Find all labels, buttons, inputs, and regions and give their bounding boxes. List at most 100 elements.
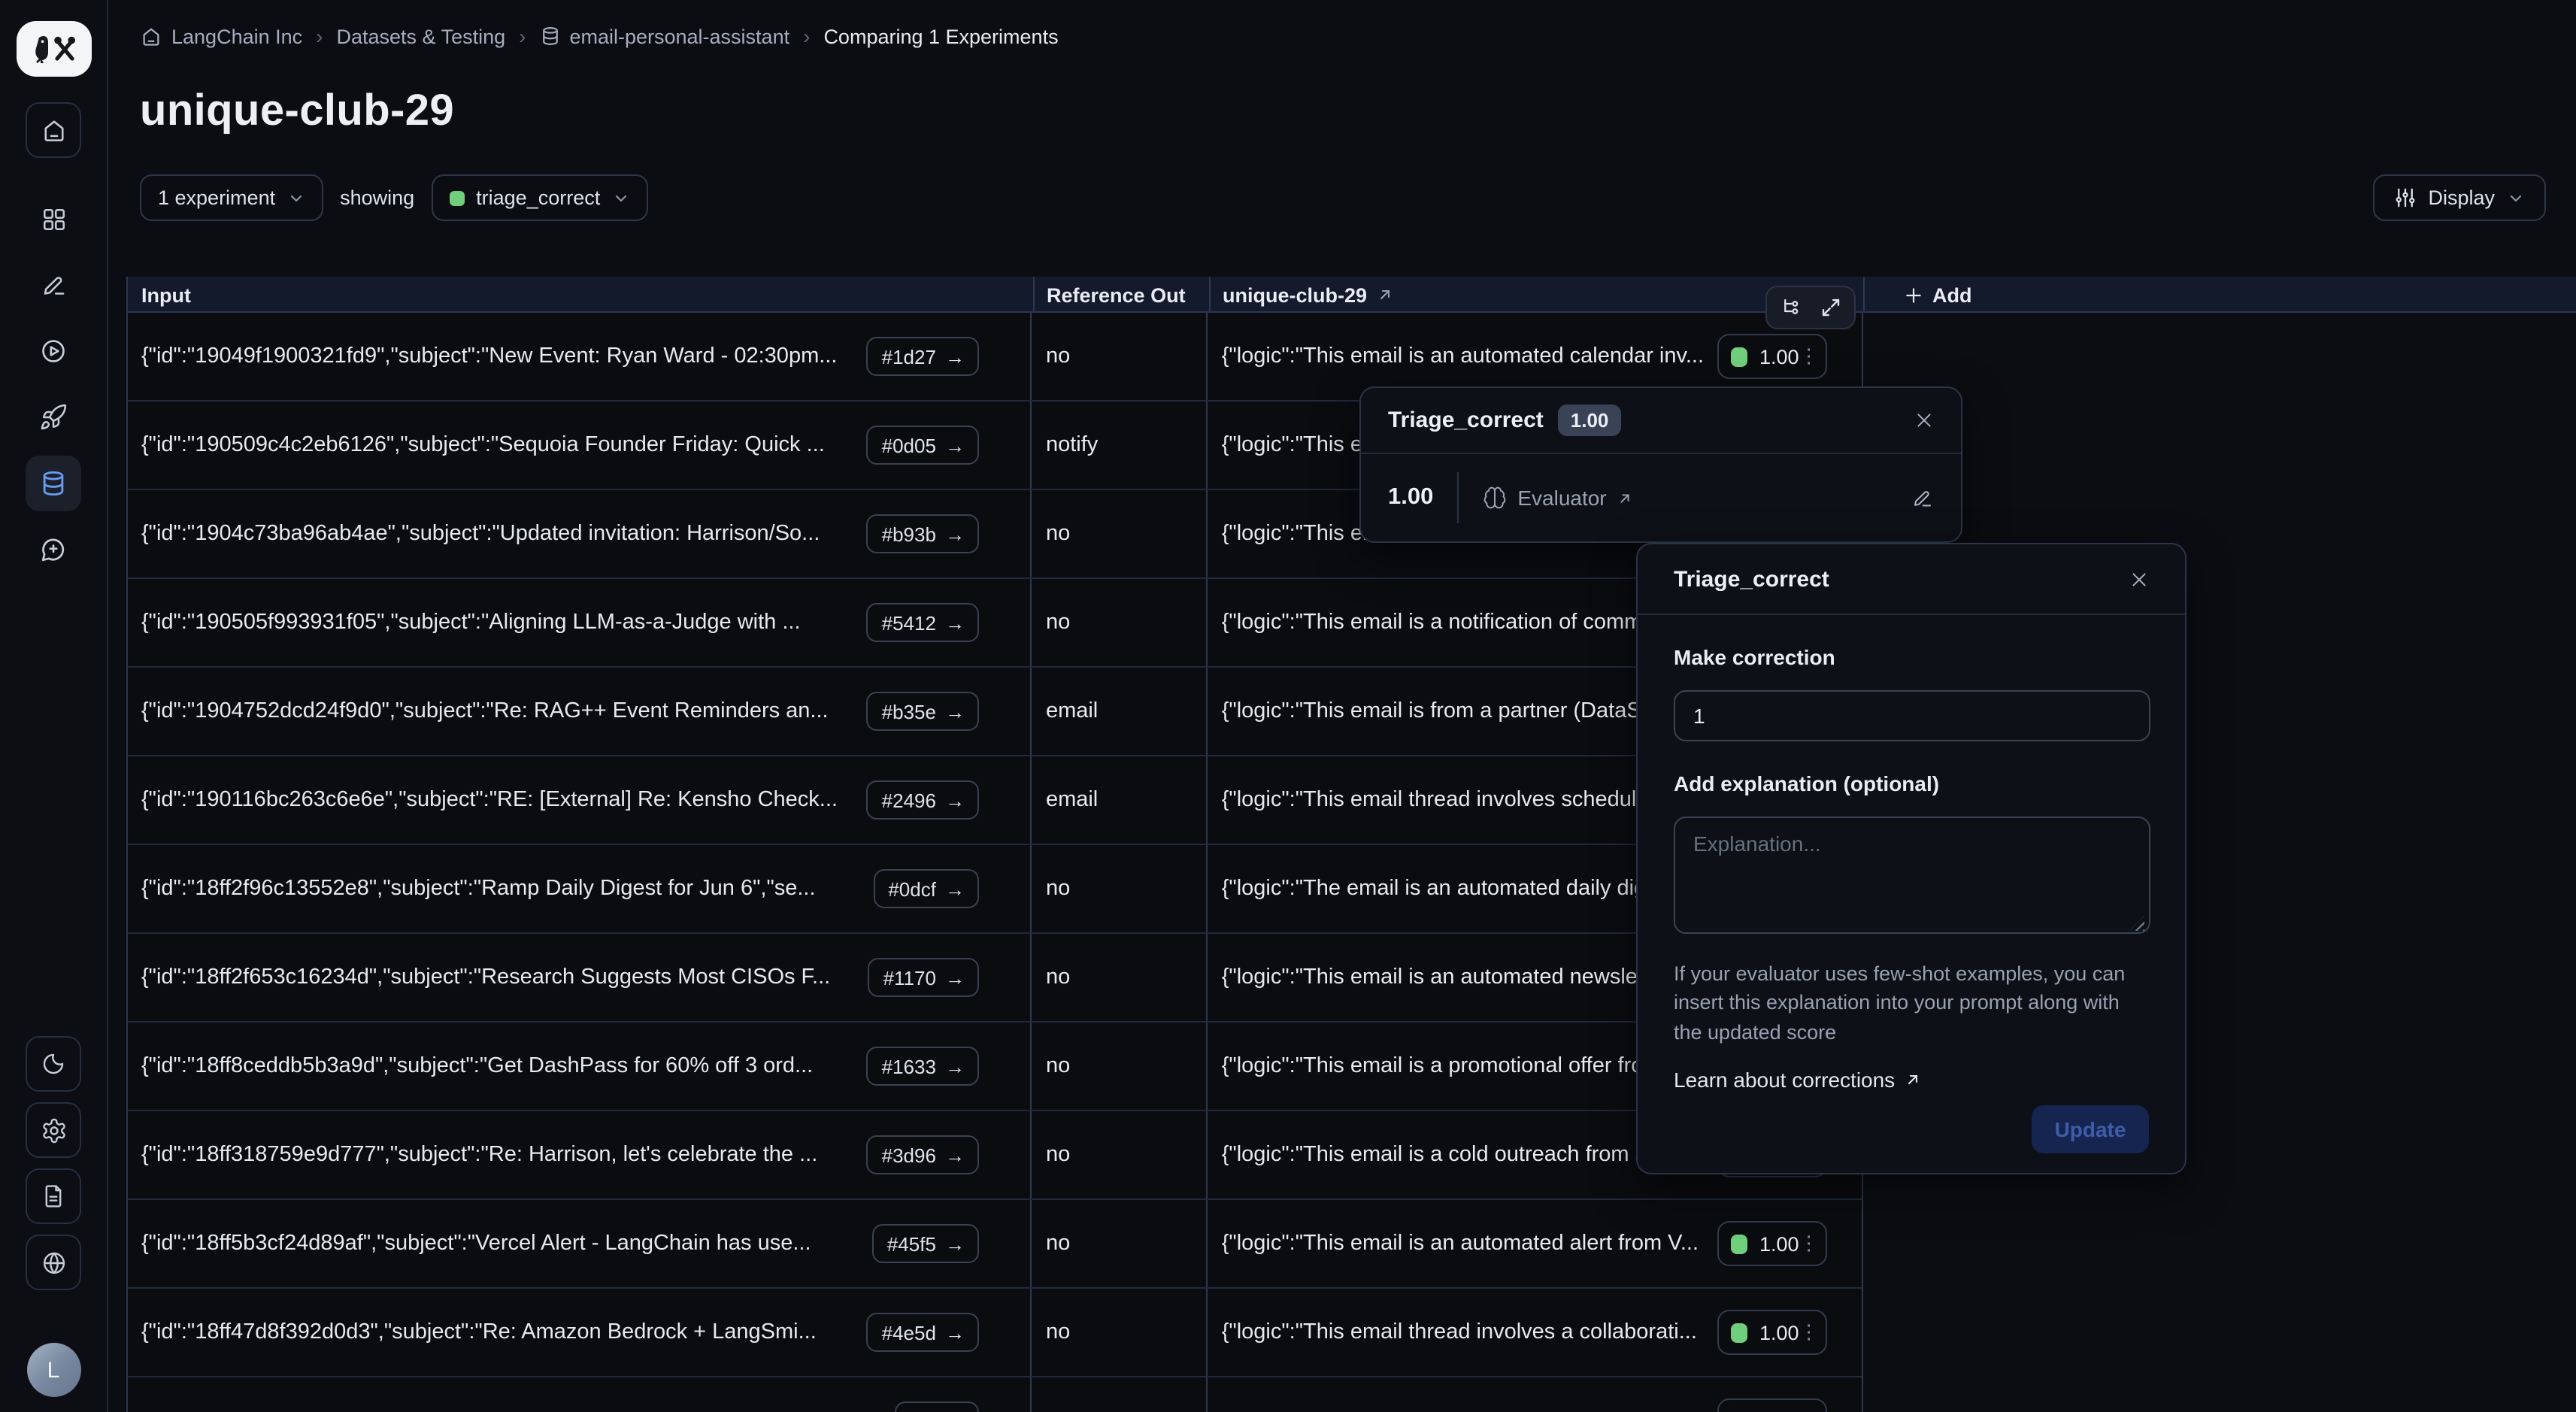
sidebar-item-playground[interactable] — [26, 323, 81, 379]
example-id-badge[interactable]: #5412 → — [867, 603, 980, 642]
sidebar-item-feedback[interactable] — [26, 522, 81, 577]
table-row[interactable]: {"id":"18ff318759e9d777","subject":"Re: … — [128, 1111, 1862, 1200]
parrot-tools-icon — [29, 31, 78, 67]
close-button[interactable] — [2129, 569, 2149, 589]
experiments-dropdown[interactable]: 1 experiment — [140, 174, 323, 221]
example-id-badge[interactable]: #0d05 → — [867, 426, 980, 465]
score-value: 1.00 — [1759, 1321, 1799, 1344]
input-cell: {"id":"190116bc263c6e6e","subject":"RE: … — [128, 756, 1032, 844]
close-button[interactable] — [1914, 411, 1934, 430]
play-circle-icon — [39, 337, 68, 365]
display-dropdown[interactable]: Display — [2372, 174, 2546, 221]
kebab-menu-icon[interactable]: ⋮ — [1799, 1320, 1819, 1344]
example-id-badge[interactable]: #b93b → — [867, 514, 980, 553]
example-id-label: #b35e — [882, 700, 936, 723]
langsmith-logo[interactable] — [16, 21, 91, 77]
experiment-output-cell: {"logic":"This email thread involves a c… — [1208, 1289, 1862, 1376]
example-id-badge[interactable]: #3d96 → — [867, 1135, 980, 1174]
example-id-badge[interactable]: #1633 → — [867, 1047, 980, 1086]
table-row[interactable]: {"id":"18ff47d8f392d0d3","subject":"Re: … — [128, 1289, 1862, 1377]
sidebar-item-projects[interactable] — [26, 191, 81, 247]
page-title: unique-club-29 — [140, 87, 454, 137]
column-header-experiment[interactable]: unique-club-29 — [1223, 277, 1394, 313]
example-id-badge[interactable]: #1170 → — [868, 958, 980, 997]
reference-output-value: email — [1046, 788, 1098, 812]
example-id-badge[interactable]: #b35e → — [867, 692, 980, 731]
example-id-badge[interactable]: #45f5 → — [872, 1224, 980, 1263]
sidebar-item-deployments[interactable] — [26, 389, 81, 445]
example-id-badge[interactable]: #4e5d → — [867, 1313, 980, 1352]
feedback-score-pill[interactable]: 1.00 ⋮ — [1717, 334, 1827, 379]
reference-output-value: no — [1046, 611, 1070, 635]
example-id-badge[interactable]: #2496 → — [867, 780, 980, 820]
breadcrumb-dataset[interactable]: email-personal-assistant — [539, 25, 789, 47]
example-id-badge[interactable]: #0dcf → — [873, 869, 980, 908]
correction-popover: Triage_correct Make correction Add expla… — [1636, 543, 2187, 1174]
arrow-right-icon: → — [945, 700, 965, 723]
reference-output-cell: no — [1032, 313, 1208, 400]
reference-output-value: no — [1046, 344, 1070, 368]
breadcrumb-section[interactable]: Datasets & Testing — [337, 25, 506, 47]
table-row[interactable]: {"id":"18ff2f653c16234d","subject":"Rese… — [128, 934, 1862, 1023]
table-row[interactable]: {"id":"1904752dcd24f9d0","subject":"Re: … — [128, 668, 1862, 756]
chevron-down-icon — [287, 189, 305, 207]
sidebar-item-datasets[interactable] — [26, 456, 81, 511]
reference-output-cell — [1032, 1377, 1208, 1412]
example-id-label: #1633 — [882, 1055, 936, 1077]
example-id-label: #5412 — [882, 611, 936, 634]
reference-output-value: no — [1046, 522, 1070, 546]
reference-output-value: no — [1046, 1232, 1070, 1256]
controls-bar: 1 experiment showing triage_correct — [140, 174, 648, 221]
column-header-reference-output[interactable]: Reference Out — [1047, 277, 1186, 313]
example-id-label: #0d05 — [882, 434, 936, 456]
settings-button[interactable] — [26, 1102, 81, 1158]
table-row[interactable]: {"id":"18ff8ceddb5b3a9d","subject":"Get … — [128, 1023, 1862, 1111]
breadcrumb-org[interactable]: LangChain Inc — [140, 25, 302, 47]
docs-button[interactable] — [26, 1168, 81, 1224]
view-trace-button[interactable] — [1780, 296, 1802, 319]
row-input-json: {"id":"18ff8ceddb5b3a9d","subject":"Get … — [141, 1054, 855, 1078]
kebab-menu-icon[interactable]: ⋮ — [1799, 344, 1819, 368]
user-avatar[interactable]: L — [26, 1343, 80, 1397]
input-cell: {"id":"18ff318759e9d777","subject":"Re: … — [128, 1111, 1032, 1198]
expand-cell-button[interactable] — [1819, 296, 1841, 319]
example-id-label: #45f5 — [887, 1232, 936, 1255]
kebab-menu-icon[interactable]: ⋮ — [1797, 1409, 1817, 1412]
add-experiment-button[interactable]: Add — [1904, 277, 1972, 313]
reference-output-value: no — [1046, 877, 1070, 901]
feedback-score-pill[interactable]: ⋮ — [1717, 1398, 1827, 1412]
edit-score-button[interactable] — [1911, 486, 1934, 509]
table-row[interactable]: {"id":"190116bc263c6e6e","subject":"RE: … — [128, 756, 1862, 845]
correction-value-input[interactable] — [1674, 690, 2150, 741]
input-cell: {"id":"18ff2f96c13552e8","subject":"Ramp… — [128, 845, 1032, 932]
breadcrumb-separator: › — [519, 24, 526, 48]
experiment-output-cell: {"logic":"This email is an automated ale… — [1208, 1200, 1862, 1287]
kebab-menu-icon[interactable]: ⋮ — [1799, 1232, 1819, 1256]
feedback-score-pill[interactable]: 1.00 ⋮ — [1717, 1310, 1827, 1355]
feedback-score-pill[interactable]: 1.00 ⋮ — [1717, 1221, 1827, 1266]
table-row[interactable]: {"id":"18ff2f96c13552e8","subject":"Ramp… — [128, 845, 1862, 934]
learn-about-corrections-link[interactable]: Learn about corrections — [1674, 1068, 2149, 1092]
vertical-divider — [1457, 472, 1459, 523]
theme-toggle[interactable] — [26, 1036, 81, 1092]
language-button[interactable] — [26, 1235, 81, 1290]
score-value: 1.00 — [1388, 484, 1433, 511]
update-button[interactable]: Update — [2032, 1106, 2149, 1154]
close-icon — [2129, 569, 2149, 589]
table-row[interactable]: → ⋮ — [128, 1377, 1862, 1412]
sidebar-item-home[interactable] — [26, 102, 81, 158]
feedback-filter-dropdown[interactable]: triage_correct — [431, 174, 648, 221]
column-header-input[interactable]: Input — [141, 277, 191, 313]
example-id-badge[interactable]: #1d27 → — [867, 337, 980, 376]
evaluator-link[interactable]: Evaluator — [1483, 486, 1633, 510]
experiments-dropdown-label: 1 experiment — [158, 186, 275, 209]
reference-output-value: notify — [1046, 433, 1098, 457]
explanation-textarea[interactable] — [1674, 817, 2150, 934]
row-input-json: {"id":"18ff47d8f392d0d3","subject":"Re: … — [141, 1320, 855, 1344]
external-link-arrow-icon[interactable] — [1376, 286, 1394, 304]
example-id-badge[interactable]: → — [896, 1401, 980, 1412]
table-row[interactable]: {"id":"18ff5b3cf24d89af","subject":"Verc… — [128, 1200, 1862, 1289]
row-input-json: {"id":"190116bc263c6e6e","subject":"RE: … — [141, 788, 855, 812]
sidebar-item-annotation[interactable] — [26, 257, 81, 313]
table-row[interactable]: {"id":"190505f993931f05","subject":"Alig… — [128, 579, 1862, 668]
